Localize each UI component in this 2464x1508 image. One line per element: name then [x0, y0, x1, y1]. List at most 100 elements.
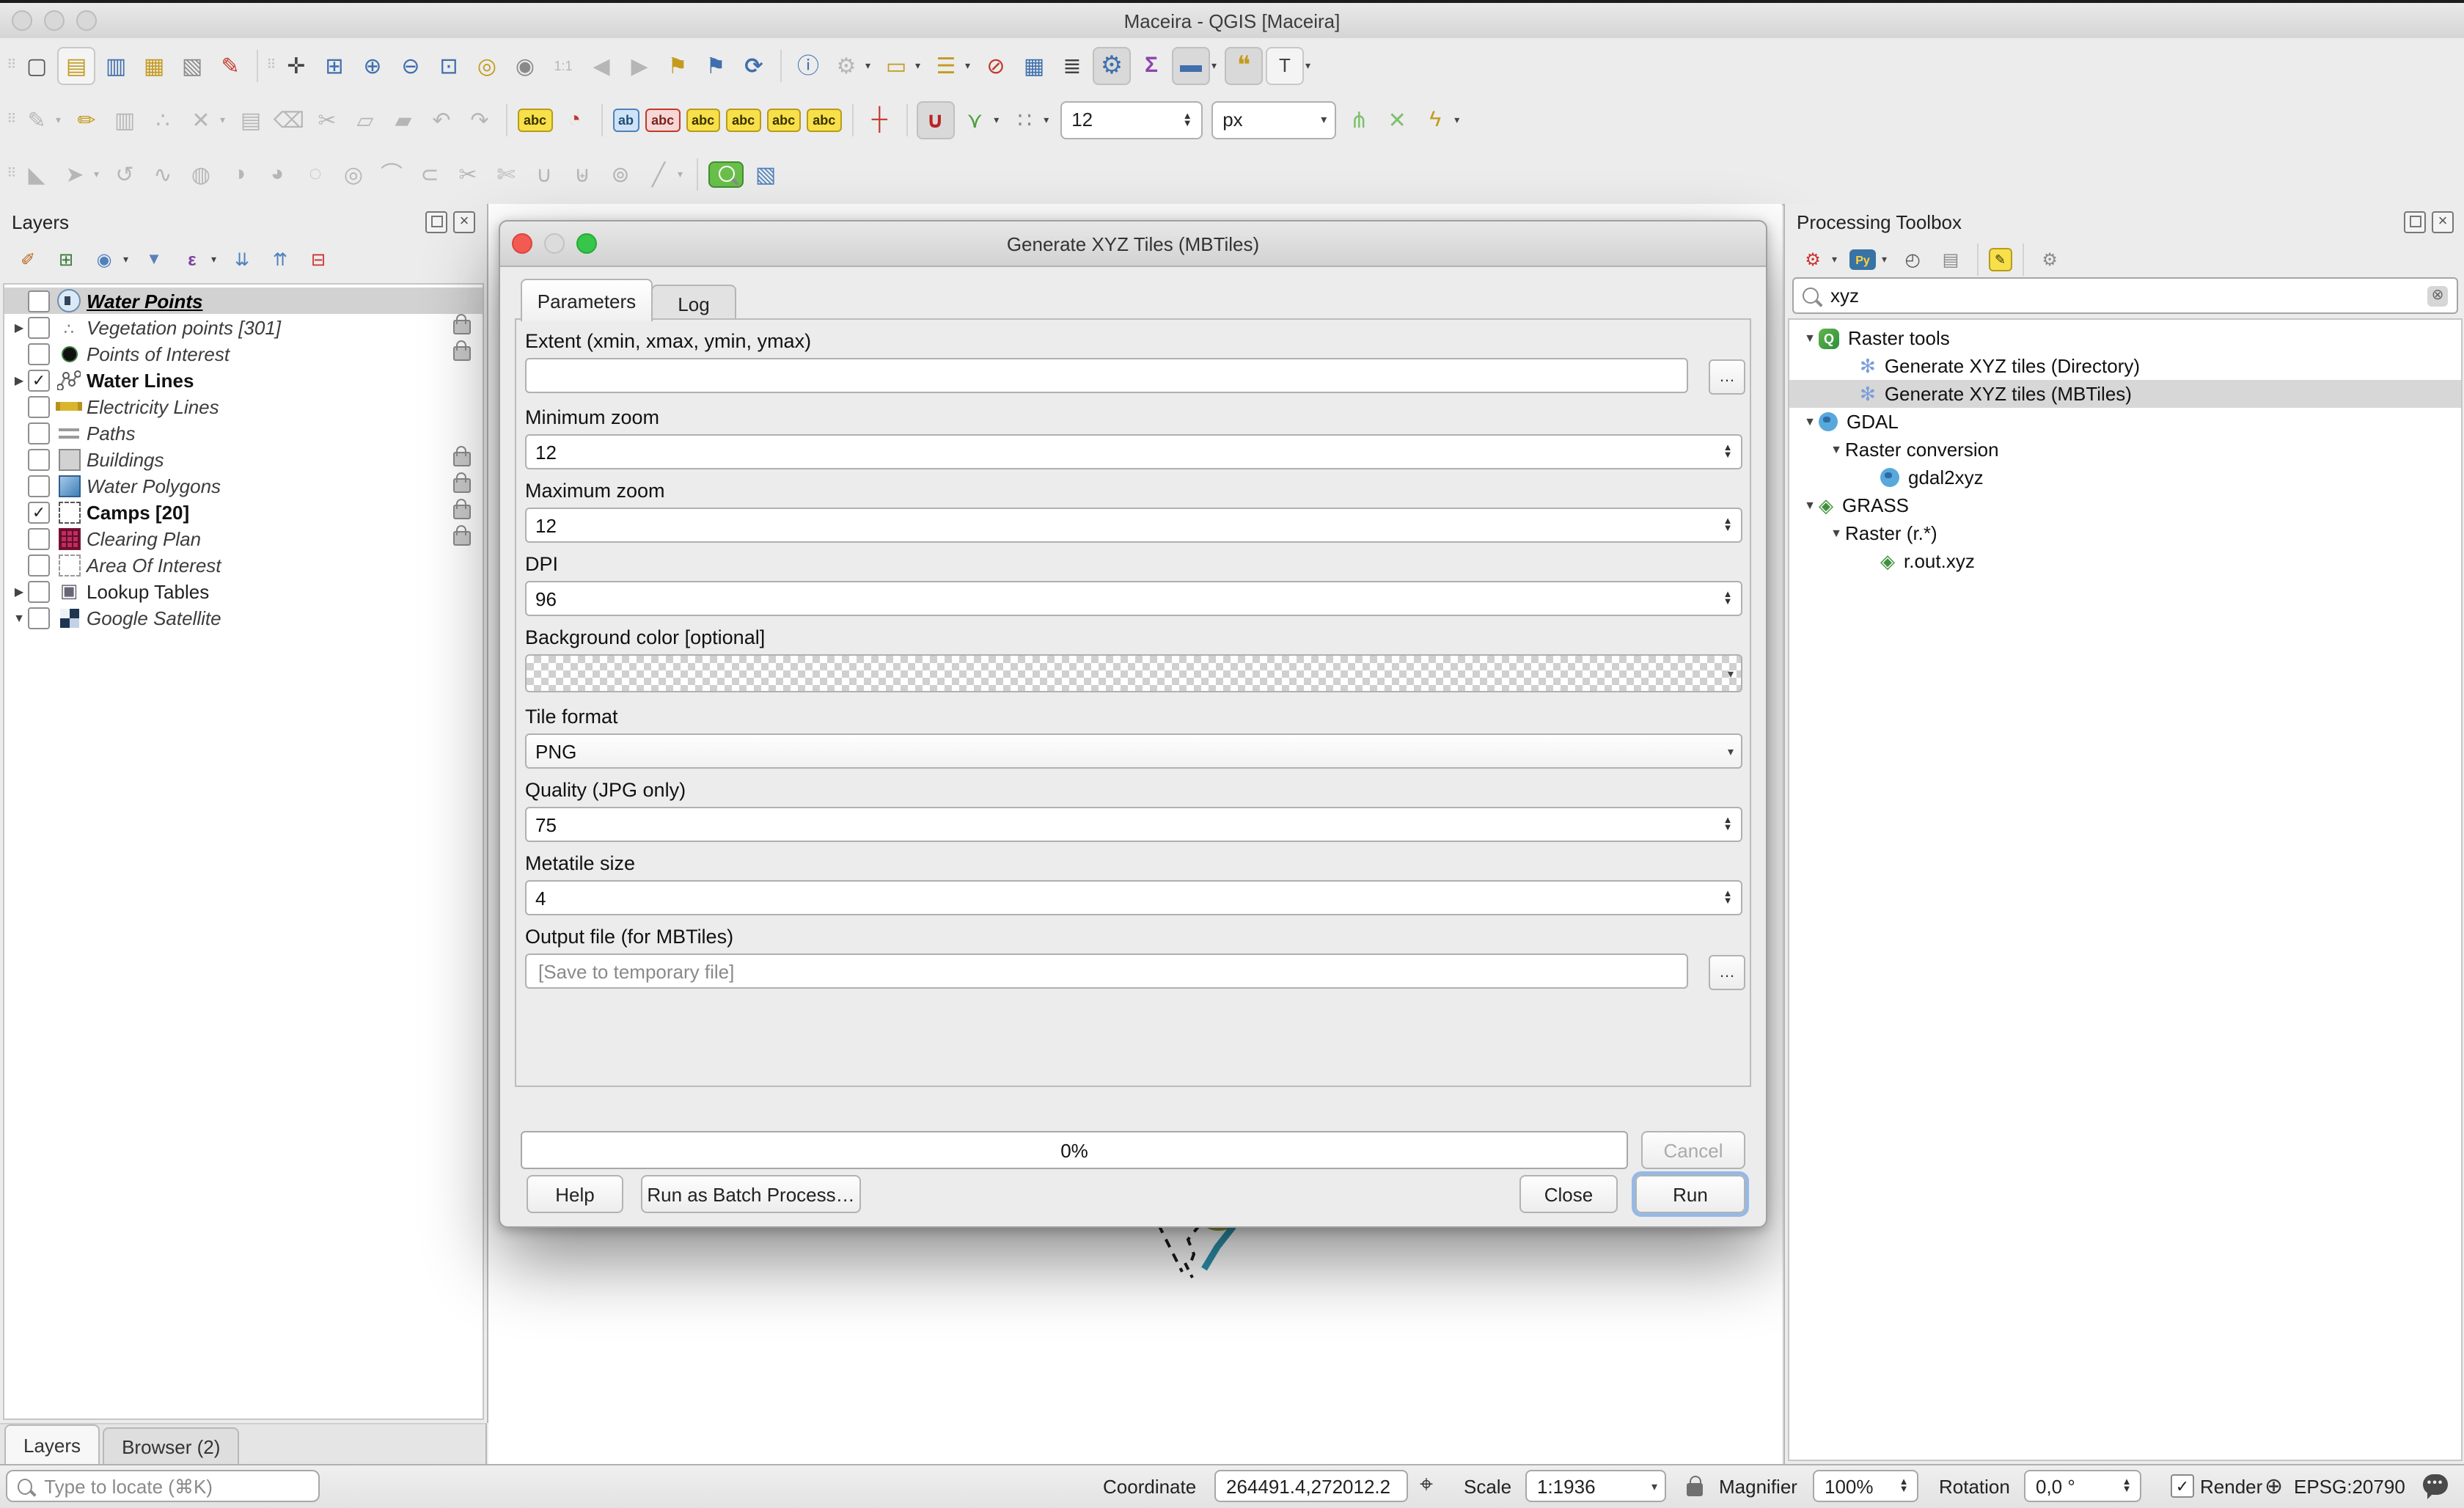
- layer-row[interactable]: Area Of Interest: [4, 552, 483, 578]
- extent-value[interactable]: [535, 363, 1687, 388]
- new-project-icon[interactable]: [19, 48, 54, 83]
- style-manager-icon[interactable]: [213, 48, 248, 83]
- layer-label[interactable]: Clearing Plan: [87, 527, 201, 549]
- tree-group[interactable]: GRASS: [1789, 491, 2461, 519]
- spinner-arrows-icon[interactable]: [1719, 510, 1737, 540]
- measure-icon[interactable]: [1172, 46, 1210, 84]
- history-icon[interactable]: [1895, 242, 1930, 277]
- new-bookmark-icon[interactable]: [660, 48, 695, 83]
- filter-legend-icon[interactable]: [136, 242, 172, 277]
- layer-visibility-checkbox[interactable]: [28, 422, 50, 444]
- tab-log[interactable]: Log: [651, 285, 736, 323]
- layer-label[interactable]: Google Satellite: [87, 607, 221, 629]
- identify-features-icon[interactable]: [791, 48, 826, 83]
- tree-group-label[interactable]: Raster conversion: [1845, 439, 1999, 461]
- reshape-icon[interactable]: [374, 156, 409, 191]
- layer-label[interactable]: Camps [20]: [87, 501, 189, 523]
- dialog-titlebar[interactable]: Generate XYZ Tiles (MBTiles): [500, 222, 1766, 267]
- snap-dots-icon[interactable]: [1007, 102, 1042, 137]
- select-features-icon[interactable]: [879, 48, 914, 83]
- epsg-value[interactable]: EPSG:20790: [2294, 1476, 2405, 1498]
- panel-close-button[interactable]: [2432, 211, 2454, 233]
- delete-selected-icon[interactable]: [271, 102, 307, 137]
- rotate-label-icon[interactable]: abc: [766, 108, 801, 131]
- panel-close-button[interactable]: [453, 211, 475, 233]
- chevron-down-icon[interactable]: [1211, 59, 1223, 71]
- chevron-down-icon[interactable]: [1832, 254, 1844, 266]
- add-group-icon[interactable]: [48, 242, 84, 277]
- toolbox-search-box[interactable]: ⊗: [1792, 277, 2458, 314]
- chevron-down-icon[interactable]: [965, 59, 977, 71]
- expand-arrow-icon[interactable]: [10, 373, 28, 387]
- messages-icon[interactable]: •••: [2423, 1474, 2448, 1495]
- copy-features-icon[interactable]: [348, 102, 383, 137]
- paste-features-icon[interactable]: [386, 102, 421, 137]
- tree-item-label[interactable]: gdal2xyz: [1908, 466, 1984, 488]
- delete-ring-icon[interactable]: [298, 156, 333, 191]
- current-edits-icon[interactable]: [19, 102, 54, 137]
- close-button[interactable]: Close: [1519, 1175, 1618, 1213]
- split-parts-icon[interactable]: [488, 156, 524, 191]
- zoom-out-icon[interactable]: [393, 48, 428, 83]
- layer-label[interactable]: Area Of Interest: [87, 554, 221, 576]
- tree-group-label[interactable]: GDAL: [1847, 411, 1899, 433]
- refresh-icon[interactable]: [736, 48, 771, 83]
- snap-intersection-icon[interactable]: [957, 102, 992, 137]
- pin-labels-icon[interactable]: ab: [612, 108, 639, 131]
- tree-item[interactable]: gdal2xyz: [1789, 464, 2461, 491]
- deselect-features-icon[interactable]: [978, 48, 1013, 83]
- dpi-spinbox[interactable]: 96: [525, 581, 1742, 616]
- layer-diagram-icon[interactable]: [557, 102, 592, 137]
- layer-row[interactable]: Clearing Plan: [4, 525, 483, 552]
- open-project-icon[interactable]: [57, 46, 95, 84]
- text-annotation-icon[interactable]: [1266, 46, 1304, 84]
- zoom-native-icon[interactable]: [546, 48, 581, 83]
- spinner-arrows-icon[interactable]: [1719, 437, 1737, 466]
- output-file-value[interactable]: [535, 959, 1687, 984]
- panel-float-button[interactable]: [2404, 211, 2426, 233]
- modify-attributes-icon[interactable]: [233, 102, 268, 137]
- layer-row[interactable]: ✓ Water Lines: [4, 367, 483, 393]
- layer-visibility-checkbox[interactable]: ✓: [28, 369, 50, 391]
- tab-parameters[interactable]: Parameters: [521, 279, 653, 321]
- run-feature-action-icon[interactable]: [829, 48, 864, 83]
- layer-label[interactable]: Paths: [87, 422, 136, 444]
- spinner-arrows-icon[interactable]: [1719, 883, 1737, 912]
- tile-format-dropdown[interactable]: PNG: [525, 733, 1742, 769]
- panel-float-button[interactable]: [425, 211, 447, 233]
- locator-input[interactable]: [41, 1474, 308, 1498]
- select-by-value-icon[interactable]: [928, 48, 964, 83]
- python-wrap[interactable]: Py: [1845, 242, 1880, 277]
- map-tips-icon[interactable]: [1225, 46, 1263, 84]
- pan-map-icon[interactable]: [279, 48, 314, 83]
- toggle-editing-icon[interactable]: [69, 102, 104, 137]
- zoom-next-icon[interactable]: [622, 48, 657, 83]
- layer-visibility-checkbox[interactable]: [28, 475, 50, 497]
- metatile-size-spinbox[interactable]: 4: [525, 880, 1742, 915]
- chevron-down-icon[interactable]: [865, 59, 877, 71]
- rotate-point-icon[interactable]: [603, 156, 638, 191]
- tree-item-label[interactable]: r.out.xyz: [1904, 550, 1975, 572]
- log-icon[interactable]: [1933, 242, 1968, 277]
- chevron-down-icon[interactable]: [994, 114, 1005, 125]
- zoom-full-icon[interactable]: [431, 48, 466, 83]
- processing-gears-icon[interactable]: [1795, 242, 1830, 277]
- tree-item[interactable]: r.out.xyz: [1789, 547, 2461, 575]
- layer-visibility-checkbox[interactable]: [28, 395, 50, 417]
- layer-visibility-checkbox[interactable]: [28, 527, 50, 549]
- new-print-layout-icon[interactable]: [136, 48, 172, 83]
- layer-row[interactable]: Paths: [4, 420, 483, 446]
- vertex-tool-icon[interactable]: [183, 102, 219, 137]
- save-layer-edits-icon[interactable]: [107, 102, 142, 137]
- quality-spinbox[interactable]: 75: [525, 807, 1742, 842]
- move-feature-icon[interactable]: [57, 156, 92, 191]
- expand-arrow-icon[interactable]: [10, 321, 28, 334]
- topology-flash-icon[interactable]: [1418, 102, 1453, 137]
- tab-browser[interactable]: Browser (2): [103, 1427, 239, 1464]
- toolbar-grip[interactable]: [6, 166, 18, 182]
- chevron-down-icon[interactable]: [1728, 667, 1734, 680]
- tree-group-label[interactable]: Raster tools: [1848, 327, 1950, 349]
- layer-row[interactable]: ✓ Camps [20]: [4, 499, 483, 525]
- cut-features-icon[interactable]: [309, 102, 345, 137]
- layer-label[interactable]: Water Polygons: [87, 475, 221, 497]
